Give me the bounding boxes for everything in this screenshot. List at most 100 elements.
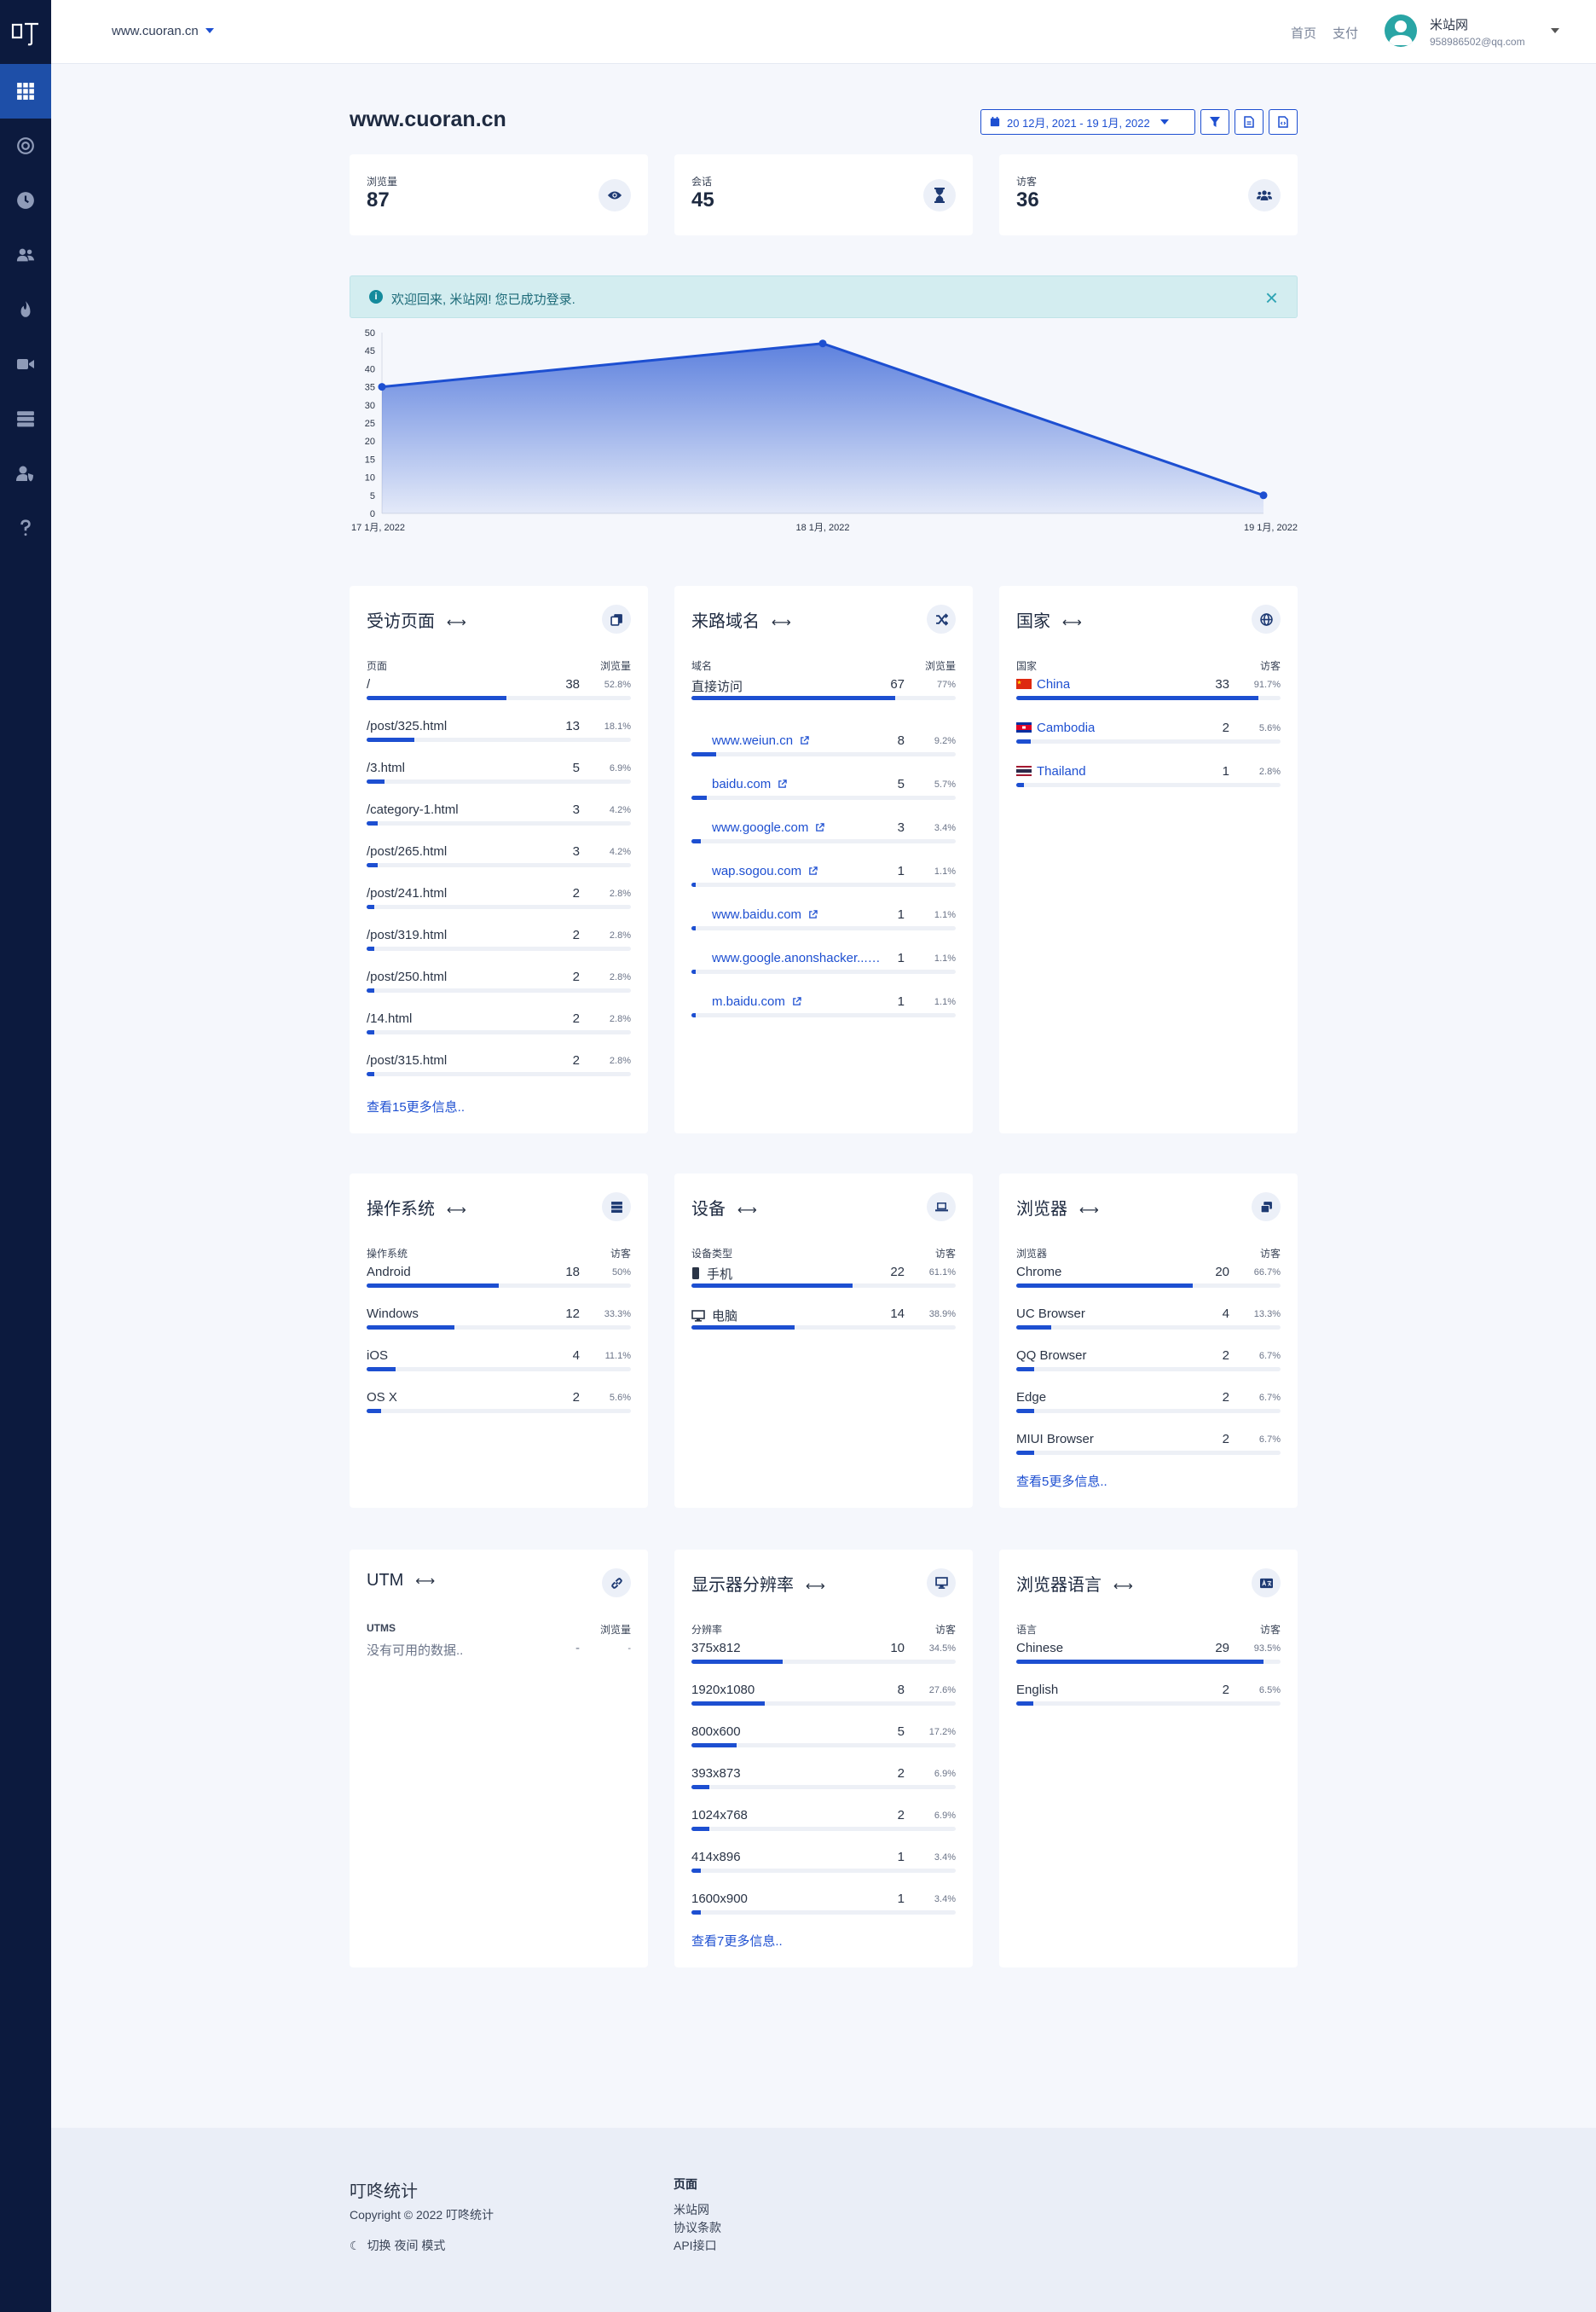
view-more-link[interactable]: 查看15更多信息..	[367, 1098, 465, 1115]
expand-arrows-icon[interactable]: ⟷	[1062, 616, 1082, 630]
list-item[interactable]: /category-1.html 3 4.2%	[367, 803, 631, 844]
list-item[interactable]: /post/250.html 2 2.8%	[367, 970, 631, 1011]
list-item[interactable]: 1920x1080 8 27.6%	[691, 1683, 956, 1724]
list-item[interactable]: OS X 2 5.6%	[367, 1390, 631, 1432]
list-item[interactable]: 800x600 5 17.2%	[691, 1724, 956, 1766]
list-item[interactable]: /post/315.html 2 2.8%	[367, 1053, 631, 1095]
list-item[interactable]: Windows 12 33.3%	[367, 1307, 631, 1348]
dark-mode-toggle[interactable]: ☾ 切换 夜间 模式	[350, 2237, 445, 2254]
nav-help[interactable]	[0, 501, 51, 555]
list-item[interactable]: Cambodia 2 5.6%	[1016, 721, 1281, 764]
brand-logo[interactable]	[0, 0, 51, 64]
view-more-link[interactable]: 查看7更多信息..	[691, 1932, 783, 1950]
progress-track	[367, 1409, 631, 1413]
col-header: 操作系统	[367, 1248, 408, 1260]
list-item[interactable]: /post/325.html 13 18.1%	[367, 719, 631, 761]
row-label[interactable]: www.google.anonshacker....	[712, 951, 881, 965]
list-item[interactable]: 375x812 10 34.5%	[691, 1641, 956, 1683]
external-link-icon[interactable]	[871, 951, 881, 965]
list-item[interactable]: www.google.com 3 3.4%	[691, 808, 956, 851]
list-item[interactable]: Android 18 50%	[367, 1265, 631, 1307]
nav-websites[interactable]	[0, 391, 51, 446]
external-link-icon[interactable]	[801, 864, 818, 878]
footer-pages-heading: 页面	[674, 2177, 697, 2191]
site-selector[interactable]: www.cuoran.cn	[112, 24, 214, 38]
list-item[interactable]: / 38 52.8%	[367, 677, 631, 719]
nav-recordings[interactable]	[0, 337, 51, 391]
col-header: 浏览量	[599, 1624, 631, 1636]
footer-link-home[interactable]: 米站网	[674, 2201, 709, 2218]
list-item[interactable]: 电脑 14 38.9%	[691, 1307, 956, 1348]
list-item[interactable]: Edge 2 6.7%	[1016, 1390, 1281, 1432]
list-item[interactable]: UC Browser 4 13.3%	[1016, 1307, 1281, 1348]
view-more-link[interactable]: 查看5更多信息..	[1016, 1472, 1107, 1490]
footer-link-terms[interactable]: 协议条款	[674, 2219, 721, 2236]
row-label[interactable]: www.baidu.com	[712, 907, 818, 922]
expand-arrows-icon[interactable]: ⟷	[737, 1203, 757, 1218]
list-item[interactable]: MIUI Browser 2 6.7%	[1016, 1432, 1281, 1474]
close-icon[interactable]: ×	[1265, 285, 1278, 310]
list-item[interactable]: www.google.anonshacker.... 1 1.1%	[691, 938, 956, 982]
nav-realtime[interactable]	[0, 173, 51, 228]
row-label[interactable]: www.google.com	[712, 820, 825, 835]
nav-heatmap[interactable]	[0, 282, 51, 337]
external-link-icon[interactable]	[793, 733, 809, 748]
expand-arrows-icon[interactable]: ⟷	[447, 1203, 466, 1218]
nav-dashboard[interactable]	[0, 64, 51, 119]
list-item[interactable]: wap.sogou.com 1 1.1%	[691, 851, 956, 895]
external-link-icon[interactable]	[808, 820, 825, 835]
nav-home-link[interactable]: 首页	[1291, 24, 1316, 42]
list-item[interactable]: /post/241.html 2 2.8%	[367, 886, 631, 928]
expand-arrows-icon[interactable]: ⟷	[772, 616, 791, 630]
list-item[interactable]: /3.html 5 6.9%	[367, 761, 631, 803]
list-item[interactable]: /post/265.html 3 4.2%	[367, 844, 631, 886]
list-item[interactable]: 手机 22 61.1%	[691, 1265, 956, 1307]
list-item[interactable]: China 33 91.7%	[1016, 677, 1281, 721]
list-item[interactable]: /14.html 2 2.8%	[367, 1011, 631, 1053]
expand-arrows-icon[interactable]: ⟷	[1079, 1203, 1099, 1218]
row-label[interactable]: wap.sogou.com	[712, 864, 818, 878]
external-link-icon[interactable]	[801, 907, 818, 922]
export-csv-button[interactable]	[1235, 109, 1264, 135]
row-percent: 3.4%	[934, 1852, 956, 1863]
list-item[interactable]: www.baidu.com 1 1.1%	[691, 895, 956, 938]
row-label[interactable]: m.baidu.com	[712, 994, 801, 1009]
list-item[interactable]: 1024x768 2 6.9%	[691, 1808, 956, 1850]
list-item[interactable]: QQ Browser 2 6.7%	[1016, 1348, 1281, 1390]
list-item[interactable]: baidu.com 5 5.7%	[691, 764, 956, 808]
list-item[interactable]: English 2 6.5%	[1016, 1683, 1281, 1724]
col-header: 访客	[1259, 1248, 1281, 1260]
list-item[interactable]: Chinese 29 93.5%	[1016, 1641, 1281, 1683]
list-item[interactable]: Thailand 1 2.8%	[1016, 764, 1281, 808]
expand-arrows-icon[interactable]: ⟷	[806, 1579, 825, 1594]
avatar[interactable]	[1385, 14, 1417, 47]
list-item[interactable]: 1600x900 1 3.4%	[691, 1892, 956, 1933]
external-link-icon[interactable]	[785, 994, 801, 1009]
user-menu-caret-icon[interactable]	[1551, 28, 1559, 33]
date-range-picker[interactable]: 20 12月, 2021 - 19 1月, 2022	[980, 109, 1195, 135]
expand-arrows-icon[interactable]: ⟷	[447, 616, 466, 630]
export-json-button[interactable]	[1269, 109, 1298, 135]
row-label[interactable]: baidu.com	[712, 777, 787, 791]
list-item[interactable]: 直接访问 67 77%	[691, 677, 956, 721]
nav-target[interactable]	[0, 119, 51, 173]
list-item[interactable]: 393x873 2 6.9%	[691, 1766, 956, 1808]
list-item[interactable]: /post/319.html 2 2.8%	[367, 928, 631, 970]
list-item[interactable]: www.weiun.cn 8 9.2%	[691, 721, 956, 764]
list-item[interactable]: m.baidu.com 1 1.1%	[691, 982, 956, 1025]
row-label[interactable]: www.weiun.cn	[712, 733, 809, 748]
list-item[interactable]: iOS 4 11.1%	[367, 1348, 631, 1390]
footer-link-api[interactable]: API接口	[674, 2237, 717, 2254]
expand-arrows-icon[interactable]: ⟷	[415, 1574, 435, 1589]
nav-visitors[interactable]	[0, 228, 51, 282]
list-item[interactable]: 414x896 1 3.4%	[691, 1850, 956, 1892]
external-link-icon[interactable]	[771, 777, 787, 791]
expand-arrows-icon[interactable]: ⟷	[1113, 1579, 1133, 1594]
nav-pay-link[interactable]: 支付	[1333, 24, 1358, 42]
list-item[interactable]: Chrome 20 66.7%	[1016, 1265, 1281, 1307]
col-header: 国家	[1016, 660, 1038, 672]
filter-button[interactable]	[1200, 109, 1229, 135]
nav-account[interactable]	[0, 446, 51, 501]
row-label: UC Browser	[1016, 1307, 1085, 1321]
user-name[interactable]: 米站网	[1430, 15, 1468, 33]
